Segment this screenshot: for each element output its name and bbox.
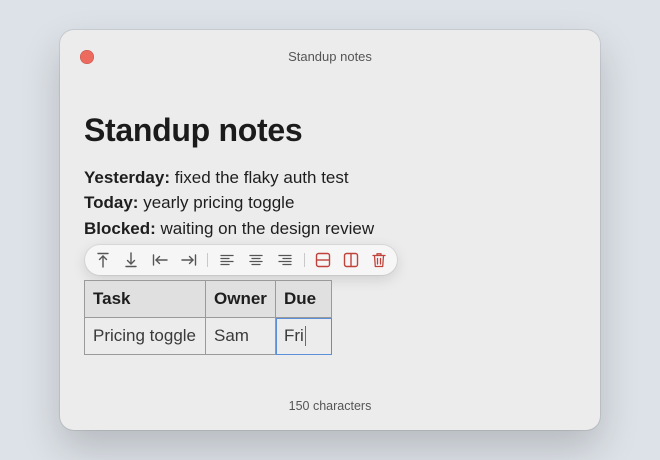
- notes-table: Task Owner Due Pricing toggle Sam Fri: [84, 280, 332, 355]
- note-text: yearly pricing toggle: [143, 193, 295, 212]
- align-right-icon[interactable]: [275, 251, 295, 269]
- toolbar-divider: [207, 253, 208, 267]
- move-row-down-icon[interactable]: [121, 251, 141, 269]
- character-count: 150 characters: [288, 399, 372, 413]
- column-header-owner[interactable]: Owner: [205, 280, 276, 318]
- table-toolbar: [85, 245, 397, 275]
- note-label: Yesterday:: [84, 168, 170, 187]
- text-caret: [304, 326, 306, 347]
- table-cell-due[interactable]: Fri: [275, 317, 332, 355]
- align-center-icon[interactable]: [246, 251, 266, 269]
- column-header-task[interactable]: Task: [84, 280, 206, 318]
- table-header-row: Task Owner Due: [84, 280, 332, 318]
- cell-text: Fri: [284, 325, 304, 345]
- note-line-yesterday[interactable]: Yesterday: fixed the flaky auth test: [84, 168, 349, 188]
- delete-icon[interactable]: [369, 251, 389, 269]
- notes-window: Standup notes Standup notes Yesterday: f…: [60, 30, 600, 430]
- move-row-up-icon[interactable]: [93, 251, 113, 269]
- note-text: waiting on the design review: [160, 219, 375, 238]
- add-row-icon[interactable]: [313, 251, 333, 269]
- move-column-right-icon[interactable]: [179, 251, 199, 269]
- document-heading[interactable]: Standup notes: [84, 112, 303, 149]
- table-row: Pricing toggle Sam Fri: [84, 317, 332, 355]
- window-title: Standup notes: [288, 49, 372, 64]
- note-line-blocked[interactable]: Blocked: waiting on the design review: [84, 219, 374, 239]
- move-column-left-icon[interactable]: [150, 251, 170, 269]
- note-text: fixed the flaky auth test: [174, 168, 349, 187]
- align-left-icon[interactable]: [217, 251, 237, 269]
- toolbar-divider: [304, 253, 305, 267]
- table-cell-task[interactable]: Pricing toggle: [84, 317, 206, 355]
- column-header-due[interactable]: Due: [275, 280, 332, 318]
- table-cell-owner[interactable]: Sam: [205, 317, 276, 355]
- note-label: Blocked:: [84, 219, 156, 238]
- add-column-icon[interactable]: [341, 251, 361, 269]
- note-label: Today:: [84, 193, 139, 212]
- note-line-today[interactable]: Today: yearly pricing toggle: [84, 193, 294, 213]
